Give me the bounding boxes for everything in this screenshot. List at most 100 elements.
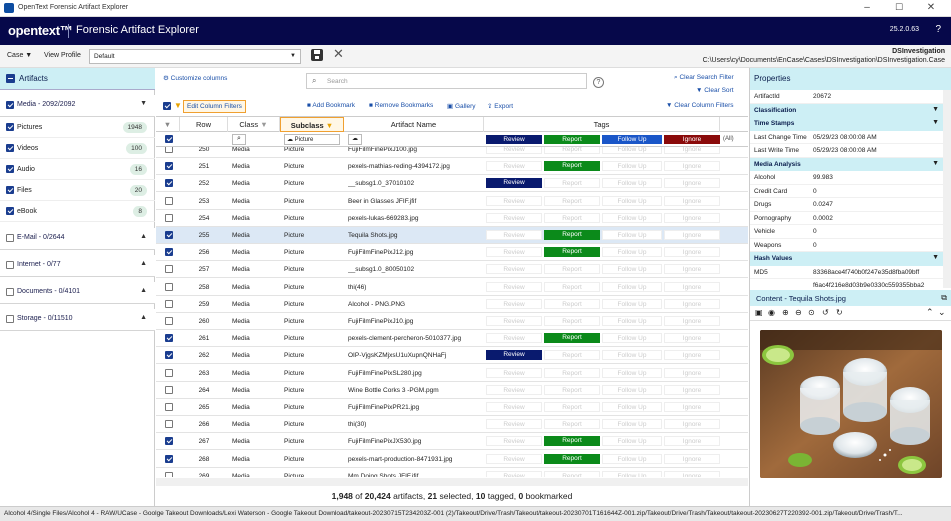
row-tag-report[interactable]: Report <box>544 212 600 223</box>
row-tag-ignore[interactable]: Ignore <box>664 316 720 326</box>
tag-header-review[interactable]: Review <box>486 135 542 144</box>
caret-down-icon[interactable]: ▼ <box>140 100 147 107</box>
minimize-button[interactable]: – <box>852 2 882 13</box>
row-tag-ignore[interactable]: Ignore <box>664 247 720 258</box>
row-tag-follow[interactable]: Follow Up <box>602 453 662 464</box>
media-item-videos[interactable]: Videos 100 <box>0 138 155 159</box>
media-checkbox[interactable] <box>6 101 14 109</box>
row-tag-review[interactable]: Review <box>486 264 542 275</box>
row-tag-report[interactable]: Report <box>544 333 600 344</box>
property-section[interactable]: Hash Values ▼ <box>750 252 943 266</box>
row-artifact-name[interactable]: thi(46) <box>348 284 482 291</box>
row-artifact-name[interactable]: FujiFilmFinePixSL280.jpg <box>348 370 482 377</box>
row-tag-ignore[interactable]: Ignore <box>664 147 720 154</box>
row-tag-ignore[interactable]: Ignore <box>664 161 720 172</box>
property-section[interactable]: Classification ▼ <box>750 103 943 117</box>
group-checkbox[interactable] <box>6 315 14 323</box>
row-tag-review[interactable]: Review <box>486 436 542 447</box>
row-tag-follow[interactable]: Follow Up <box>602 384 662 395</box>
select-all-checkbox[interactable] <box>163 102 171 110</box>
row-checkbox[interactable] <box>165 471 173 477</box>
row-checkbox[interactable] <box>165 231 173 239</box>
row-tag-review[interactable]: Review <box>486 470 542 477</box>
row-checkbox[interactable] <box>165 420 173 429</box>
media-item-checkbox[interactable] <box>6 186 14 194</box>
fit-icon[interactable]: ⊙ <box>808 308 815 317</box>
row-tag-review[interactable]: Review <box>486 350 542 361</box>
row-checkbox[interactable] <box>165 437 173 446</box>
filter-icon[interactable]: ▼ <box>156 117 180 132</box>
row-tag-follow[interactable]: Follow Up <box>602 333 662 344</box>
row-tag-follow[interactable]: Follow Up <box>602 367 662 378</box>
table-row[interactable]: 265 Media Picture FujiFilmFinePixPR21.jpg Re… <box>156 399 748 416</box>
table-row[interactable]: 269 Media Picture Mm Doing Shots JFIF.jfif R… <box>156 468 748 477</box>
popout-icon[interactable]: ⧉ <box>941 293 947 303</box>
property-section[interactable]: Time Stamps ▼ <box>750 117 943 131</box>
table-row[interactable]: 258 Media Picture thi(46) Review Report Follow… <box>156 279 748 296</box>
row-tag-report[interactable]: Report <box>544 367 600 378</box>
row-tag-follow[interactable]: Follow Up <box>602 247 662 258</box>
table-row[interactable]: 250 Media Picture FujiFilmFinePixJ100.jpg Re… <box>156 147 748 158</box>
row-artifact-name[interactable]: __subsg1.0_80050102 <box>348 266 482 273</box>
export-button[interactable]: ⇪ Export <box>487 102 513 110</box>
row-tag-report[interactable]: Report <box>544 230 600 240</box>
row-tag-review[interactable]: Review <box>486 402 542 412</box>
row-artifact-name[interactable]: pexels-clement-percheron-5010377.jpg <box>348 335 482 342</box>
row-tag-follow[interactable]: Follow Up <box>602 298 662 309</box>
close-icon[interactable]: ✕ <box>333 46 344 62</box>
row-artifact-name[interactable]: pexels-mart-production-8471931.jpg <box>348 456 482 463</box>
row-artifact-name[interactable]: FujiFilmFinePixPR21.jpg <box>348 404 482 411</box>
media-item-checkbox[interactable] <box>6 207 14 215</box>
table-row[interactable]: 263 Media Picture FujiFilmFinePixSL280.jpg R… <box>156 365 748 382</box>
row-tag-follow[interactable]: Follow Up <box>602 212 662 223</box>
row-tag-ignore[interactable]: Ignore <box>664 230 720 240</box>
name-filter-icon[interactable]: ☁ <box>348 134 362 145</box>
row-tag-review[interactable]: Review <box>486 316 542 326</box>
row-tag-review[interactable]: Review <box>486 178 542 189</box>
row-tag-ignore[interactable]: Ignore <box>664 419 720 430</box>
row-tag-ignore[interactable]: Ignore <box>664 436 720 447</box>
row-artifact-name[interactable]: Wine Bottle Corks 3 -PGM.pgm <box>348 387 482 394</box>
clear-column-filters-link[interactable]: ▼ Clear Column Filters <box>666 102 734 109</box>
rotate-right-icon[interactable]: ↻ <box>836 308 843 317</box>
row-checkbox[interactable] <box>165 317 173 325</box>
group-checkbox[interactable] <box>6 261 14 269</box>
table-row[interactable]: 261 Media Picture pexels-clement-percheron-… <box>156 330 748 348</box>
row-tag-review[interactable]: Review <box>486 453 542 464</box>
row-tag-ignore[interactable]: Ignore <box>664 350 720 361</box>
row-tag-report[interactable]: Report <box>544 453 600 464</box>
table-row[interactable]: 254 Media Picture pexels-lukas-669283.jpg Re… <box>156 210 748 227</box>
row-checkbox[interactable] <box>165 385 173 394</box>
clear-sort-link[interactable]: ▼ Clear Sort <box>696 87 734 94</box>
row-tag-follow[interactable]: Follow Up <box>602 230 662 240</box>
row-tag-report[interactable]: Report <box>544 161 600 172</box>
row-checkbox[interactable] <box>165 162 173 171</box>
row-artifact-name[interactable]: Mm Doing Shots JFIF.jfif <box>348 473 482 477</box>
row-tag-review[interactable]: Review <box>486 195 542 206</box>
row-checkbox[interactable] <box>165 265 173 274</box>
row-artifact-name[interactable]: FujiFilmFinePixJ100.jpg <box>348 147 482 153</box>
row-tag-report[interactable]: Report <box>544 384 600 395</box>
row-tag-ignore[interactable]: Ignore <box>664 195 720 206</box>
gallery-button[interactable]: ▣ Gallery <box>447 102 476 110</box>
media-item-files[interactable]: Files 20 <box>0 180 155 201</box>
help-icon[interactable]: ? <box>593 77 604 88</box>
row-tag-ignore[interactable]: Ignore <box>664 402 720 412</box>
row-tag-ignore[interactable]: Ignore <box>664 178 720 189</box>
row-tag-ignore[interactable]: Ignore <box>664 212 720 223</box>
row-tag-follow[interactable]: Follow Up <box>602 436 662 447</box>
row-tag-ignore[interactable]: Ignore <box>664 298 720 309</box>
row-tag-report[interactable]: Report <box>544 419 600 430</box>
artifact-group[interactable]: Storage - 0/11510 ▲ <box>0 309 155 331</box>
tag-header-report[interactable]: Report <box>544 135 600 144</box>
caret-icon[interactable]: ▼ <box>932 160 939 167</box>
tag-header-follow-up[interactable]: Follow Up <box>602 135 662 144</box>
clear-search-filter-link[interactable]: ⌕ Clear Search Filter <box>674 74 734 82</box>
row-artifact-name[interactable]: FujiFilmFinePixJ10.jpg <box>348 318 482 325</box>
row-tag-report[interactable]: Report <box>544 298 600 309</box>
row-tag-review[interactable]: Review <box>486 384 542 395</box>
table-row[interactable]: 253 Media Picture Beer in Glasses JFIF.jfif… <box>156 193 748 210</box>
row-checkbox[interactable] <box>165 334 173 343</box>
row-tag-follow[interactable]: Follow Up <box>602 195 662 206</box>
maximize-button[interactable]: ☐ <box>884 2 914 13</box>
